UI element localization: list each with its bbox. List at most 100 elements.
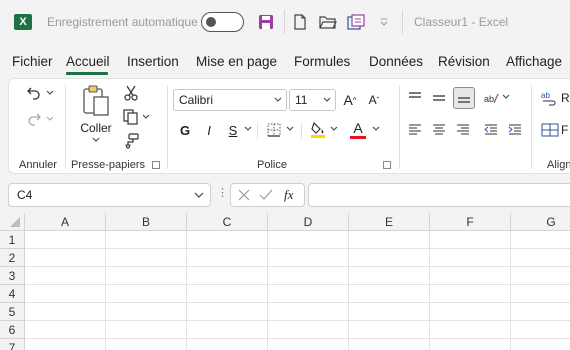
- cell-g1[interactable]: [511, 231, 570, 249]
- chevron-down-icon[interactable]: [45, 87, 55, 99]
- align-middle-icon[interactable]: [429, 87, 449, 109]
- cell-e4[interactable]: [349, 285, 430, 303]
- format-painter-icon[interactable]: [121, 131, 141, 151]
- formula-bar-grip-icon[interactable]: ⋮: [217, 186, 228, 199]
- cell-d3[interactable]: [268, 267, 349, 285]
- cell-b5[interactable]: [106, 303, 187, 321]
- merge-center-icon[interactable]: [539, 119, 561, 141]
- formula-input[interactable]: [308, 183, 570, 207]
- cell-e5[interactable]: [349, 303, 430, 321]
- bold-button[interactable]: G: [175, 119, 195, 141]
- row-header-1[interactable]: 1: [0, 231, 25, 249]
- cell-b7[interactable]: [106, 339, 187, 350]
- cell-d1[interactable]: [268, 231, 349, 249]
- cell-a7[interactable]: [25, 339, 106, 350]
- open-folder-icon[interactable]: [318, 12, 338, 32]
- align-left-icon[interactable]: [405, 119, 425, 141]
- cell-f1[interactable]: [430, 231, 511, 249]
- cell-f6[interactable]: [430, 321, 511, 339]
- column-header-d[interactable]: D: [268, 213, 349, 231]
- cell-f5[interactable]: [430, 303, 511, 321]
- column-header-e[interactable]: E: [349, 213, 430, 231]
- cell-b3[interactable]: [106, 267, 187, 285]
- cell-g3[interactable]: [511, 267, 570, 285]
- cell-f3[interactable]: [430, 267, 511, 285]
- merge-label-truncated[interactable]: F: [561, 123, 568, 137]
- row-header-5[interactable]: 5: [0, 303, 25, 321]
- cell-f2[interactable]: [430, 249, 511, 267]
- autosave-toggle[interactable]: [201, 12, 244, 32]
- cell-g4[interactable]: [511, 285, 570, 303]
- cell-a5[interactable]: [25, 303, 106, 321]
- chevron-down-icon[interactable]: [329, 123, 339, 135]
- cell-g7[interactable]: [511, 339, 570, 350]
- cell-b6[interactable]: [106, 321, 187, 339]
- column-header-f[interactable]: F: [430, 213, 511, 231]
- align-right-icon[interactable]: [453, 119, 473, 141]
- name-box[interactable]: C4: [8, 183, 211, 207]
- cell-b2[interactable]: [106, 249, 187, 267]
- cell-d4[interactable]: [268, 285, 349, 303]
- tab-revision[interactable]: Révision: [438, 54, 490, 69]
- cell-g2[interactable]: [511, 249, 570, 267]
- cell-b1[interactable]: [106, 231, 187, 249]
- cell-c1[interactable]: [187, 231, 268, 249]
- shrink-font-button[interactable]: Aˇ: [364, 89, 384, 111]
- tab-donnees[interactable]: Données: [369, 54, 423, 69]
- tab-fichier[interactable]: Fichier: [12, 54, 53, 69]
- decrease-indent-icon[interactable]: [481, 119, 501, 141]
- cell-c6[interactable]: [187, 321, 268, 339]
- font-dialog-launcher-icon[interactable]: [383, 161, 391, 169]
- chevron-down-icon[interactable]: [141, 111, 151, 123]
- cell-a6[interactable]: [25, 321, 106, 339]
- cell-c5[interactable]: [187, 303, 268, 321]
- cell-b4[interactable]: [106, 285, 187, 303]
- wrap-text-label-truncated[interactable]: R: [561, 91, 570, 105]
- cell-a4[interactable]: [25, 285, 106, 303]
- cell-d7[interactable]: [268, 339, 349, 350]
- font-size-select[interactable]: 11: [289, 89, 336, 111]
- column-header-g[interactable]: G: [511, 213, 570, 231]
- cell-a3[interactable]: [25, 267, 106, 285]
- cell-e7[interactable]: [349, 339, 430, 350]
- font-name-select[interactable]: Calibri: [173, 89, 287, 111]
- tab-insertion[interactable]: Insertion: [127, 54, 179, 69]
- align-bottom-icon[interactable]: [453, 87, 475, 109]
- wrap-text-icon[interactable]: ab: [539, 87, 561, 109]
- tab-affichage[interactable]: Affichage: [506, 54, 562, 69]
- row-header-2[interactable]: 2: [0, 249, 25, 267]
- chevron-down-icon[interactable]: [371, 123, 381, 135]
- grow-font-button[interactable]: A ^: [340, 89, 360, 111]
- new-file-icon[interactable]: [290, 12, 310, 32]
- cell-c4[interactable]: [187, 285, 268, 303]
- align-top-icon[interactable]: [405, 87, 425, 109]
- row-header-4[interactable]: 4: [0, 285, 25, 303]
- save-icon[interactable]: [256, 12, 276, 32]
- chevron-down-icon[interactable]: [89, 135, 103, 145]
- cell-c3[interactable]: [187, 267, 268, 285]
- row-header-3[interactable]: 3: [0, 267, 25, 285]
- cell-a2[interactable]: [25, 249, 106, 267]
- cut-icon[interactable]: [121, 83, 141, 103]
- font-color-button[interactable]: A: [347, 117, 369, 141]
- enter-check-icon[interactable]: [259, 188, 273, 207]
- chevron-down-icon[interactable]: [501, 91, 511, 103]
- column-header-a[interactable]: A: [25, 213, 106, 231]
- redo-icon[interactable]: [23, 109, 45, 129]
- chevron-down-icon[interactable]: [45, 113, 55, 125]
- cell-f4[interactable]: [430, 285, 511, 303]
- insert-function-button[interactable]: fx: [284, 187, 293, 203]
- cell-c2[interactable]: [187, 249, 268, 267]
- customize-toolbar-icon[interactable]: [374, 12, 394, 32]
- cell-e2[interactable]: [349, 249, 430, 267]
- align-center-icon[interactable]: [429, 119, 449, 141]
- chevron-down-icon[interactable]: [243, 123, 253, 135]
- row-header-6[interactable]: 6: [0, 321, 25, 339]
- row-header-7[interactable]: 7: [0, 339, 25, 350]
- cell-f7[interactable]: [430, 339, 511, 350]
- borders-icon[interactable]: [263, 119, 285, 141]
- cell-d5[interactable]: [268, 303, 349, 321]
- fill-color-icon[interactable]: [307, 119, 329, 141]
- tab-accueil[interactable]: Accueil: [66, 54, 110, 69]
- tab-mise-en-page[interactable]: Mise en page: [196, 54, 277, 69]
